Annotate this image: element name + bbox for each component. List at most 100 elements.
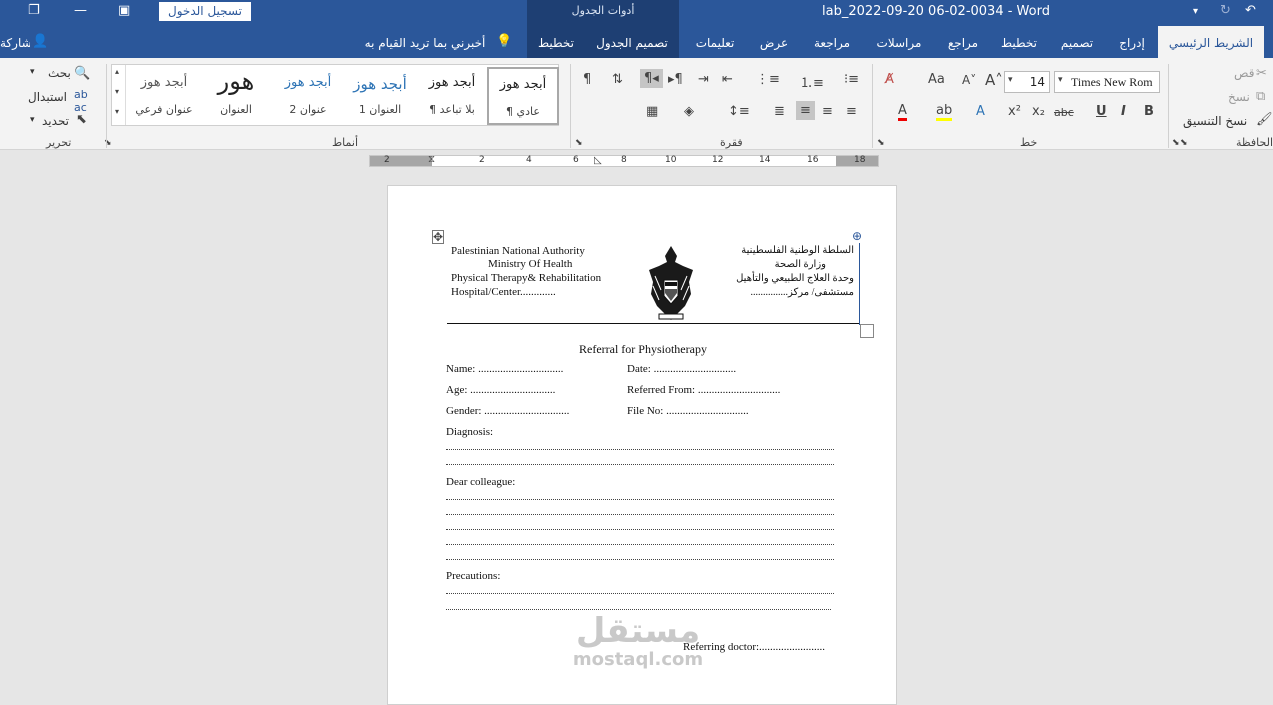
group-launcher-icon[interactable]: ⬊ bbox=[877, 138, 885, 148]
palestine-emblem-icon bbox=[649, 246, 693, 320]
sort-icon[interactable]: ⇅ bbox=[612, 72, 623, 87]
tab-review[interactable]: مراجعة bbox=[806, 26, 858, 58]
bold-icon[interactable]: B bbox=[1144, 104, 1154, 119]
redo-icon[interactable]: ↻ bbox=[1220, 3, 1231, 18]
ruler-number: 14 bbox=[759, 155, 771, 165]
indent-marker-icon[interactable]: ◺ bbox=[594, 155, 602, 166]
multilevel-list-icon[interactable]: ⋮≡ bbox=[756, 72, 780, 87]
horizontal-ruler[interactable]: 2 2 4 6 8 10 12 14 16 18 ⧖ ◺ bbox=[369, 154, 879, 167]
tab-help[interactable]: تعليمات bbox=[690, 26, 740, 58]
style-heading-2[interactable]: أبجد هوز عنوان 2 bbox=[272, 67, 344, 125]
field-precautions: Precautions: bbox=[446, 570, 501, 582]
window-title: lab_2022-09-20 06-02-0034 - Word bbox=[822, 4, 1050, 19]
sign-in-button[interactable]: تسجيل الدخول bbox=[159, 2, 251, 21]
minimize-icon[interactable]: — bbox=[74, 3, 87, 18]
tab-table-design[interactable]: تصميم الجدول bbox=[590, 26, 674, 58]
ruler-number: 8 bbox=[621, 155, 627, 165]
italic-icon[interactable]: I bbox=[1121, 104, 1126, 119]
change-case-icon[interactable]: Aa bbox=[928, 72, 945, 87]
share-icon[interactable]: 👤 bbox=[32, 34, 48, 49]
align-left-icon[interactable]: ≡ bbox=[846, 104, 857, 119]
header-ar-line: السلطة الوطنية الفلسطينية bbox=[741, 245, 854, 256]
increase-indent-icon[interactable]: ⇥ bbox=[698, 72, 709, 87]
numbering-icon[interactable]: ⒈≡ bbox=[800, 72, 824, 91]
decrease-indent-icon[interactable]: ⇤ bbox=[722, 72, 733, 87]
bullets-icon[interactable]: ⁝≡ bbox=[844, 72, 859, 87]
copy-button[interactable]: نسخ bbox=[1228, 90, 1250, 104]
gallery-down-icon[interactable]: ▾ bbox=[115, 87, 119, 96]
style-title[interactable]: هور العنوان bbox=[200, 67, 272, 125]
tell-me-search[interactable]: أخبرني بما تريد القيام به bbox=[362, 26, 488, 58]
chevron-down-icon[interactable]: ▾ bbox=[1058, 75, 1063, 85]
group-launcher-icon[interactable]: ⬊ bbox=[1172, 138, 1180, 148]
subscript-icon[interactable]: x₂ bbox=[1032, 104, 1045, 119]
tab-home[interactable]: الشريط الرئيسي bbox=[1158, 26, 1264, 58]
justify-icon[interactable]: ≣ bbox=[774, 104, 785, 119]
tab-design[interactable]: تصميم bbox=[1054, 26, 1100, 58]
superscript-icon[interactable]: x² bbox=[1008, 104, 1021, 119]
gallery-up-icon[interactable]: ▴ bbox=[115, 67, 119, 76]
find-dropdown-icon[interactable]: ▾ bbox=[30, 67, 35, 77]
ruler-margin-left bbox=[370, 156, 432, 166]
select-button[interactable]: تحديد bbox=[42, 114, 69, 128]
gallery-more-icon[interactable]: ▾ bbox=[115, 107, 119, 116]
shrink-font-icon[interactable]: A˅ bbox=[962, 73, 976, 87]
highlight-icon[interactable]: ab bbox=[936, 104, 953, 121]
underline-icon[interactable]: U bbox=[1096, 104, 1107, 119]
table-resize-handle[interactable] bbox=[860, 324, 874, 338]
document-title: Referral for Physiotherapy bbox=[579, 342, 707, 356]
style-name: ¶ بلا تباعد bbox=[429, 103, 475, 116]
line-spacing-icon[interactable]: ↕≡ bbox=[728, 104, 750, 119]
share-button[interactable]: مشاركة bbox=[0, 26, 30, 58]
tab-layout[interactable]: تخطيط bbox=[996, 26, 1042, 58]
restore-window-icon[interactable]: ❐ bbox=[28, 3, 40, 18]
style-heading-1[interactable]: أبجد هوز العنوان 1 bbox=[344, 67, 416, 125]
ribbon-display-icon[interactable]: ▣ bbox=[118, 3, 130, 18]
group-launcher-icon[interactable]: ⬊ bbox=[575, 138, 583, 148]
ruler-number: 10 bbox=[665, 155, 677, 165]
borders-icon[interactable]: ▦ bbox=[646, 104, 658, 119]
indent-marker-icon[interactable]: ⧖ bbox=[428, 154, 435, 165]
tab-mailings[interactable]: مراسلات bbox=[870, 26, 928, 58]
divider bbox=[1168, 64, 1169, 148]
grow-font-icon[interactable]: A˄ bbox=[985, 71, 1003, 89]
find-button[interactable]: بحث bbox=[48, 66, 71, 80]
style-normal[interactable]: أبجد هوز ¶ عادي bbox=[487, 67, 559, 125]
table-column-line bbox=[859, 243, 860, 325]
ltr-icon[interactable]: ▸¶ bbox=[668, 72, 683, 87]
tab-insert[interactable]: إدراج bbox=[1112, 26, 1152, 58]
customize-toolbar-icon[interactable]: ▾ bbox=[1193, 6, 1198, 17]
paragraph-group-label: فقرة bbox=[720, 136, 743, 149]
field-date: Date: .............................. bbox=[627, 363, 737, 375]
text-effects-icon[interactable]: A bbox=[976, 104, 985, 119]
field-age: Age: ............................... bbox=[446, 384, 556, 396]
ruler-number: 2 bbox=[384, 155, 390, 165]
style-no-spacing[interactable]: أبجد هوز ¶ بلا تباعد bbox=[416, 67, 488, 125]
style-sample: هور bbox=[217, 67, 255, 95]
field-referring-doctor: Referring doctor:.......................… bbox=[683, 641, 826, 653]
table-move-handle-icon[interactable]: ✥ bbox=[432, 230, 445, 244]
style-sample: أبجد هوز bbox=[428, 75, 476, 90]
select-dropdown-icon[interactable]: ▾ bbox=[30, 115, 35, 125]
style-subtitle[interactable]: أبجد هوز عنوان فرعي bbox=[128, 67, 200, 125]
tab-table-layout[interactable]: تخطيط bbox=[534, 26, 578, 58]
undo-icon[interactable]: ↶ bbox=[1245, 3, 1256, 18]
tab-view[interactable]: عرض bbox=[756, 26, 792, 58]
tab-references[interactable]: مراجع bbox=[942, 26, 984, 58]
font-color-icon[interactable]: A bbox=[898, 104, 907, 121]
ruler-number: 6 bbox=[573, 155, 579, 165]
shading-icon[interactable]: ◈ bbox=[684, 104, 694, 119]
replace-button[interactable]: استبدال bbox=[28, 90, 67, 104]
group-launcher-icon[interactable]: ⬊ bbox=[1180, 138, 1188, 148]
align-right-icon[interactable]: ≡ bbox=[796, 101, 815, 120]
chevron-down-icon[interactable]: ▾ bbox=[1008, 75, 1013, 85]
font-name-select[interactable]: Times New Rom bbox=[1054, 71, 1160, 93]
rtl-icon[interactable]: ¶◂ bbox=[640, 69, 663, 88]
format-painter-button[interactable]: نسخ التنسيق bbox=[1183, 114, 1247, 128]
show-formatting-icon[interactable]: ¶ bbox=[583, 72, 591, 87]
center-icon[interactable]: ≡ bbox=[822, 104, 833, 119]
cut-button[interactable]: قص bbox=[1234, 66, 1254, 80]
add-row-icon[interactable]: ⊕ bbox=[852, 229, 862, 243]
strikethrough-icon[interactable]: abc bbox=[1054, 106, 1074, 119]
clear-formatting-icon[interactable]: A̸ bbox=[885, 72, 894, 87]
